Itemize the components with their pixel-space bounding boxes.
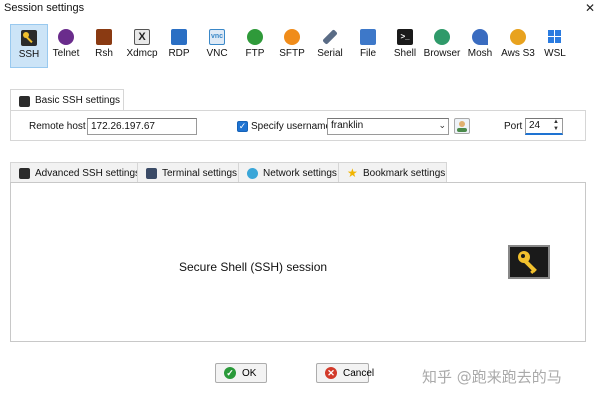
toolbar-label: FTP [245, 48, 265, 59]
cancel-label: Cancel [343, 367, 375, 379]
toolbar-serial[interactable]: Serial [311, 24, 349, 68]
toolbar-ssh[interactable]: SSH [10, 24, 48, 68]
toolbar-telnet[interactable]: Telnet [47, 24, 85, 68]
wrench-icon [19, 168, 30, 179]
terminal-icon [146, 168, 157, 179]
star-icon: ★ [347, 166, 358, 180]
toolbar-mosh[interactable]: Mosh [461, 24, 499, 68]
ssh-key-icon [19, 96, 30, 107]
username-combobox[interactable]: franklin ⌄ [327, 118, 449, 135]
toolbar-shell[interactable]: >_ Shell [386, 24, 424, 68]
toolbar-label: File [359, 48, 377, 59]
toolbar-xdmcp[interactable]: X Xdmcp [123, 24, 161, 68]
tab-label: Basic SSH settings [35, 95, 121, 106]
toolbar-browser[interactable]: Browser [423, 24, 461, 68]
ssh-key-icon [508, 245, 550, 279]
toolbar-label: Rsh [95, 48, 113, 59]
specify-username-label: Specify username [251, 121, 332, 132]
rdp-monitor-icon [171, 29, 187, 45]
toolbar-label: Mosh [467, 48, 493, 59]
toolbar-label: Xdmcp [126, 48, 158, 59]
ssh-key-icon [21, 30, 37, 46]
watermark: 知乎 @跑来跑去的马 [422, 368, 562, 386]
toolbar-label: WSL [544, 48, 566, 59]
ok-button[interactable]: ✓ OK [215, 363, 267, 383]
toolbar-rdp[interactable]: RDP [160, 24, 198, 68]
session-description: Secure Shell (SSH) session [179, 260, 328, 274]
browser-globe-icon [434, 29, 450, 45]
network-icon [247, 168, 258, 179]
tab-terminal-settings[interactable]: Terminal settings [137, 162, 239, 183]
toolbar-vnc[interactable]: vnc VNC [198, 24, 236, 68]
toolbar-file[interactable]: File [349, 24, 387, 68]
toolbar-label: Telnet [52, 48, 80, 59]
session-description-panel: Secure Shell (SSH) session [10, 182, 586, 342]
toolbar-sftp[interactable]: SFTP [273, 24, 311, 68]
basic-settings-panel: Remote host * ✓ Specify username frankli… [10, 110, 586, 141]
tab-network-settings[interactable]: Network settings [238, 162, 339, 183]
tab-label: Network settings [263, 168, 337, 179]
file-icon [360, 29, 376, 45]
remote-host-input[interactable] [87, 118, 197, 135]
serial-icon [322, 29, 338, 45]
xdmcp-icon: X [134, 29, 150, 45]
user-credentials-button[interactable] [454, 118, 470, 134]
spinner-arrows-icon[interactable]: ▲ ▼ [551, 119, 561, 134]
toolbar-ftp[interactable]: FTP [236, 24, 274, 68]
window-title: Session settings [4, 2, 85, 14]
remote-host-label: Remote host * [29, 121, 93, 132]
cancel-button[interactable]: ✕ Cancel [316, 363, 374, 383]
specify-username-checkbox[interactable]: ✓ [237, 121, 248, 132]
toolbar-label: SFTP [279, 48, 305, 59]
check-icon: ✓ [224, 367, 236, 379]
aws-s3-icon [510, 29, 526, 45]
tab-advanced-ssh-settings[interactable]: Advanced SSH settings [10, 162, 141, 183]
shell-terminal-icon: >_ [397, 29, 413, 45]
tab-label: Advanced SSH settings [35, 168, 141, 179]
toolbar-label: RDP [168, 48, 190, 59]
port-label: Port [504, 121, 523, 132]
sftp-icon [284, 29, 300, 45]
toolbar-wsl[interactable]: WSL [536, 24, 574, 68]
tab-label: Bookmark settings [363, 168, 446, 179]
toolbar-rsh[interactable]: Rsh [85, 24, 123, 68]
toolbar-label: Aws S3 [501, 48, 535, 59]
port-value: 24 [529, 120, 541, 131]
tab-basic-ssh-settings[interactable]: Basic SSH settings [10, 89, 124, 111]
rsh-icon [96, 29, 112, 45]
toolbar-label: Shell [393, 48, 417, 59]
ftp-globe-icon [247, 29, 263, 45]
mosh-icon [472, 29, 488, 45]
user-icon [457, 121, 467, 132]
port-spinner[interactable]: 24 ▲ ▼ [525, 118, 563, 135]
close-icon[interactable]: ✕ [582, 0, 598, 16]
toolbar-aws-s3[interactable]: Aws S3 [499, 24, 537, 68]
toolbar-label: SSH [18, 49, 40, 60]
ok-label: OK [242, 367, 257, 379]
toolbar-label: VNC [206, 48, 228, 59]
wsl-windows-icon [547, 29, 563, 45]
window-titlebar: Session settings ✕ [0, 0, 600, 18]
toolbar-label: Browser [423, 48, 461, 59]
vnc-icon: vnc [209, 29, 225, 45]
cancel-icon: ✕ [325, 367, 337, 379]
session-type-toolbar: SSH Telnet Rsh X Xdmcp RDP vnc VNC FTP S… [0, 22, 600, 68]
tab-bookmark-settings[interactable]: ★ Bookmark settings [338, 162, 447, 183]
chevron-down-icon[interactable]: ⌄ [438, 120, 446, 131]
toolbar-label: Serial [317, 48, 343, 59]
telnet-icon [58, 29, 74, 45]
tab-label: Terminal settings [162, 168, 238, 179]
username-value: franklin [331, 120, 364, 131]
